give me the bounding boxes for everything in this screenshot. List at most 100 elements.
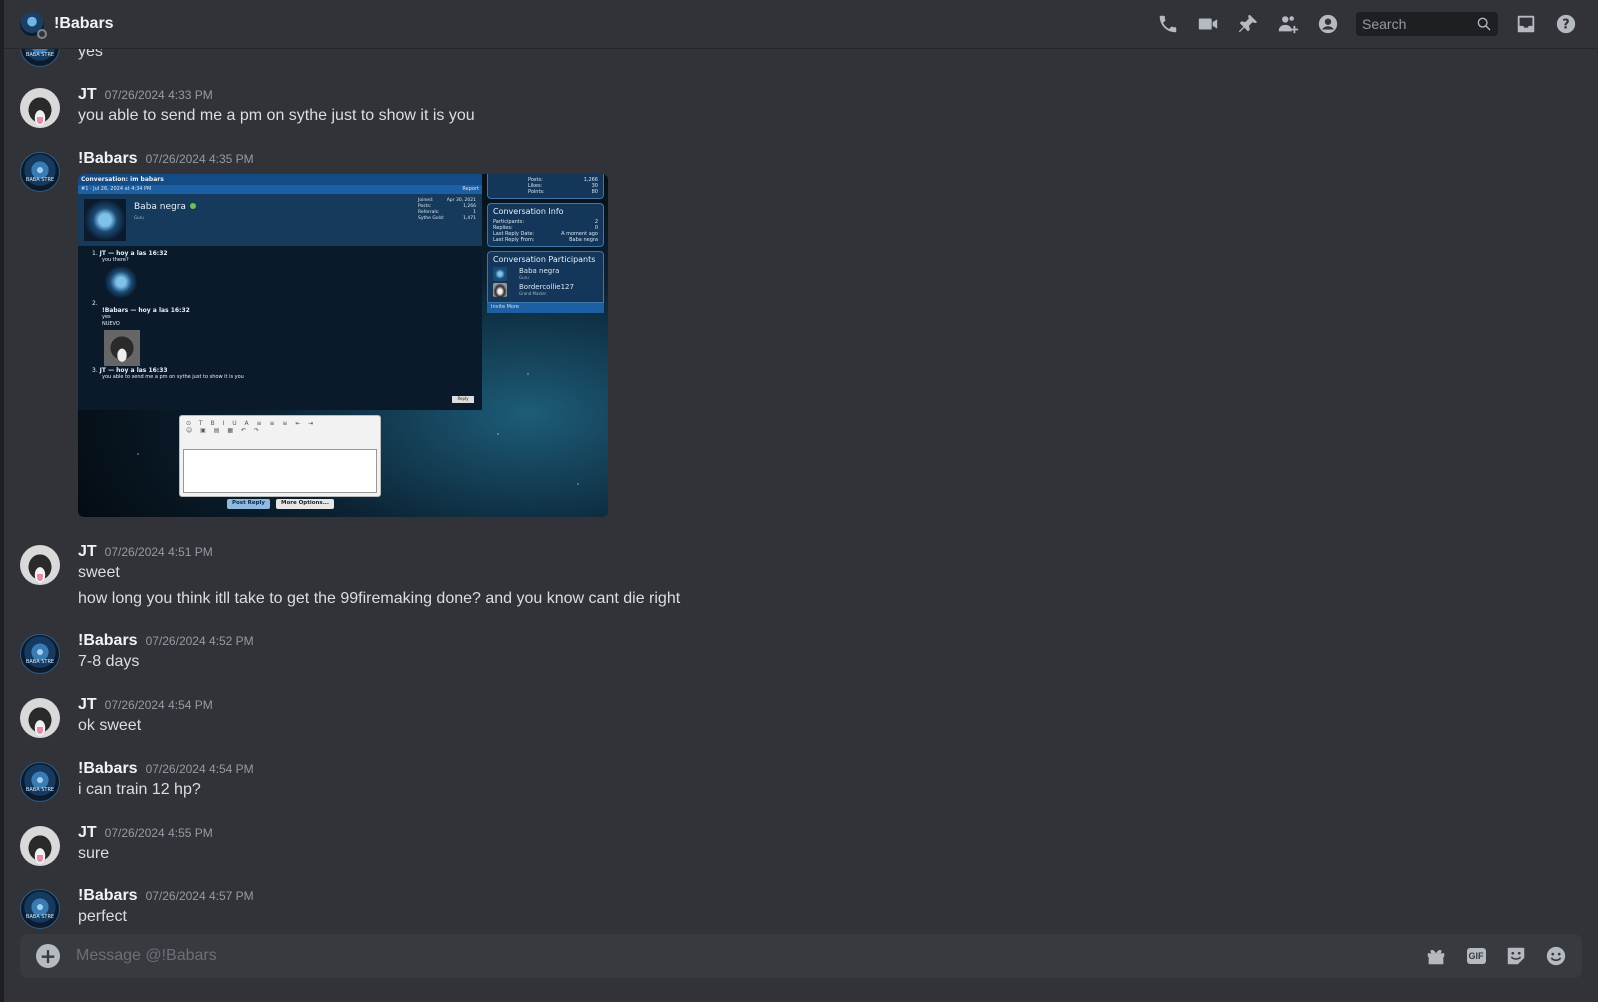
pin-icon[interactable]	[1236, 12, 1260, 36]
attachment-entry: 3. JT — hoy a las 16:33	[92, 367, 468, 374]
help-icon[interactable]: ?	[1554, 12, 1578, 36]
timestamp: 07/26/2024 4:51 PM	[104, 545, 213, 559]
conv-info-title: Conversation Info	[493, 207, 564, 216]
message-list[interactable]: yes JT 07/26/2024 4:33 PM you able to se…	[4, 49, 1598, 932]
author-name[interactable]: JT	[78, 696, 97, 714]
attachment-participants: Conversation Participants Baba negra Guru…	[487, 251, 604, 303]
message-header: JT 07/26/2024 4:51 PM	[78, 543, 213, 563]
author-name[interactable]: JT	[78, 824, 97, 842]
message: !Babars 07/26/2024 4:54 PM i can train 1…	[20, 760, 1582, 810]
emoji-icon[interactable]	[1544, 944, 1568, 968]
message-text: sweet	[78, 564, 120, 581]
attachment-poster-avatar	[84, 199, 126, 241]
avatar[interactable]	[20, 889, 60, 929]
timestamp: 07/26/2024 4:35 PM	[145, 152, 254, 166]
attachment-post-bar: #1 · Jul 26, 2024 at 4:34 PM Report	[78, 185, 482, 194]
gift-icon[interactable]	[1424, 944, 1448, 968]
message-input[interactable]	[76, 947, 1416, 965]
attachment-entry: 1. JT — hoy a las 16:32	[92, 250, 468, 257]
message-header: JT 07/26/2024 4:33 PM	[78, 86, 213, 106]
inbox-icon[interactable]	[1514, 12, 1538, 36]
entry-body: you able to send me a pm on sythe just t…	[102, 374, 244, 380]
message-text: 7-8 days	[78, 653, 140, 670]
avatar[interactable]	[20, 152, 60, 192]
author-name[interactable]: !Babars	[78, 632, 138, 650]
timestamp: 07/26/2024 4:55 PM	[104, 826, 213, 840]
timestamp: 07/26/2024 4:33 PM	[104, 88, 213, 102]
attachment-post-header: Baba negra Guru Joined: Apr 30, 2021 Post…	[78, 194, 482, 246]
entry-body: yes	[102, 314, 111, 320]
attachment-entry: 2.	[92, 300, 468, 307]
entry-number: 1.	[92, 250, 98, 257]
sticker-icon[interactable]	[1504, 944, 1528, 968]
attachment-poster-name: Baba negra	[134, 202, 186, 212]
participant-avatar	[493, 267, 507, 281]
avatar[interactable]	[20, 545, 60, 585]
search-placeholder: Search	[1362, 16, 1407, 32]
message: !Babars 07/26/2024 4:52 PM 7-8 days	[20, 632, 1582, 682]
image-attachment[interactable]: Conversation: im babars #1 · Jul 26, 202…	[78, 174, 608, 517]
channel-header: !Babars Search ?	[4, 0, 1598, 49]
message-header: JT 07/26/2024 4:55 PM	[78, 824, 213, 844]
svg-text:?: ?	[1562, 18, 1569, 33]
add-friends-icon[interactable]	[1276, 12, 1300, 36]
attachment-post-ref: #1 · Jul 26, 2024 at 4:34 PM	[81, 186, 152, 192]
author-name[interactable]: JT	[78, 86, 97, 104]
entry-body: you there?	[102, 257, 129, 263]
message: JT 07/26/2024 4:51 PM sweet how long you…	[20, 543, 1582, 613]
attachment-conversation-panel: Conversation: im babars #1 · Jul 26, 202…	[78, 174, 482, 410]
stat-label: Points:	[528, 189, 545, 195]
message-text: ok sweet	[78, 717, 142, 734]
message: !Babars 07/26/2024 4:57 PM perfect	[20, 887, 1582, 932]
avatar[interactable]	[20, 49, 60, 67]
author-name[interactable]: !Babars	[78, 760, 138, 778]
attachment-editor-toolbar: ⊙ T B I U A ≡ ≡ ≡ ⇤ ⇥ ☺ ▣ ▤ ▦ ↶ ↷	[186, 420, 317, 434]
entry-head: !Babars — hoy a las 16:32	[102, 307, 190, 314]
attachment-conv-info: Conversation Info Participants: 2 Replies…	[487, 203, 604, 247]
attachment-sidebar: Posts: 1,266 Likes: 30 Points: 80 Conversat…	[487, 174, 604, 313]
message: JT 07/26/2024 4:54 PM ok sweet	[20, 696, 1582, 746]
entry-body: NUEVO	[102, 321, 120, 327]
message-header: !Babars 07/26/2024 4:57 PM	[78, 887, 254, 907]
attachment-more-options: More Options...	[276, 499, 334, 509]
message-text: how long you think itll take to get the …	[78, 590, 681, 607]
author-name[interactable]: !Babars	[78, 887, 138, 905]
profile-icon[interactable]	[1316, 12, 1340, 36]
participant-name: Baba negra	[519, 266, 560, 275]
attachment-editor: ⊙ T B I U A ≡ ≡ ≡ ⇤ ⇥ ☺ ▣ ▤ ▦ ↶ ↷	[179, 415, 381, 497]
timestamp: 07/26/2024 4:52 PM	[145, 634, 254, 648]
call-icon[interactable]	[1156, 12, 1180, 36]
gif-icon[interactable]: GIF	[1464, 944, 1488, 968]
participant: Baba negra Guru	[493, 267, 598, 281]
author-name[interactable]: JT	[78, 543, 97, 561]
avatar[interactable]	[20, 762, 60, 802]
stat-value: 1,471	[463, 216, 476, 221]
dm-avatar[interactable]	[20, 12, 47, 39]
entry-head: JT — hoy a las 16:32	[99, 250, 168, 257]
info-value: Baba negra	[569, 237, 598, 243]
dm-title[interactable]: !Babars	[54, 15, 114, 33]
attachment-editor-area	[183, 449, 377, 493]
entry-number: 2.	[92, 300, 98, 307]
avatar[interactable]	[20, 826, 60, 866]
timestamp: 07/26/2024 4:54 PM	[145, 762, 254, 776]
author-name[interactable]: !Babars	[78, 150, 138, 168]
message-header: !Babars 07/26/2024 4:52 PM	[78, 632, 254, 652]
message-text: you able to send me a pm on sythe just t…	[78, 107, 475, 124]
attachment-editor-buttons: Post Reply More Options...	[227, 499, 334, 509]
message-text: yes	[78, 49, 103, 60]
attach-plus-icon[interactable]: +	[36, 944, 60, 968]
search-bar[interactable]: Search	[1356, 12, 1498, 36]
online-dot	[189, 203, 196, 209]
participants-title: Conversation Participants	[493, 255, 596, 264]
avatar[interactable]	[20, 634, 60, 674]
message: JT 07/26/2024 4:33 PM you able to send m…	[20, 86, 1582, 136]
message-header: !Babars 07/26/2024 4:54 PM	[78, 760, 254, 780]
attachment-report: Report	[462, 186, 479, 192]
message-composer: + GIF	[20, 934, 1582, 978]
video-icon[interactable]	[1196, 12, 1220, 36]
timestamp: 07/26/2024 4:54 PM	[104, 698, 213, 712]
avatar[interactable]	[20, 698, 60, 738]
avatar[interactable]	[20, 88, 60, 128]
attachment-poster-stats: Joined: Apr 30, 2021 Posts: 1,266 Referral…	[418, 198, 476, 222]
